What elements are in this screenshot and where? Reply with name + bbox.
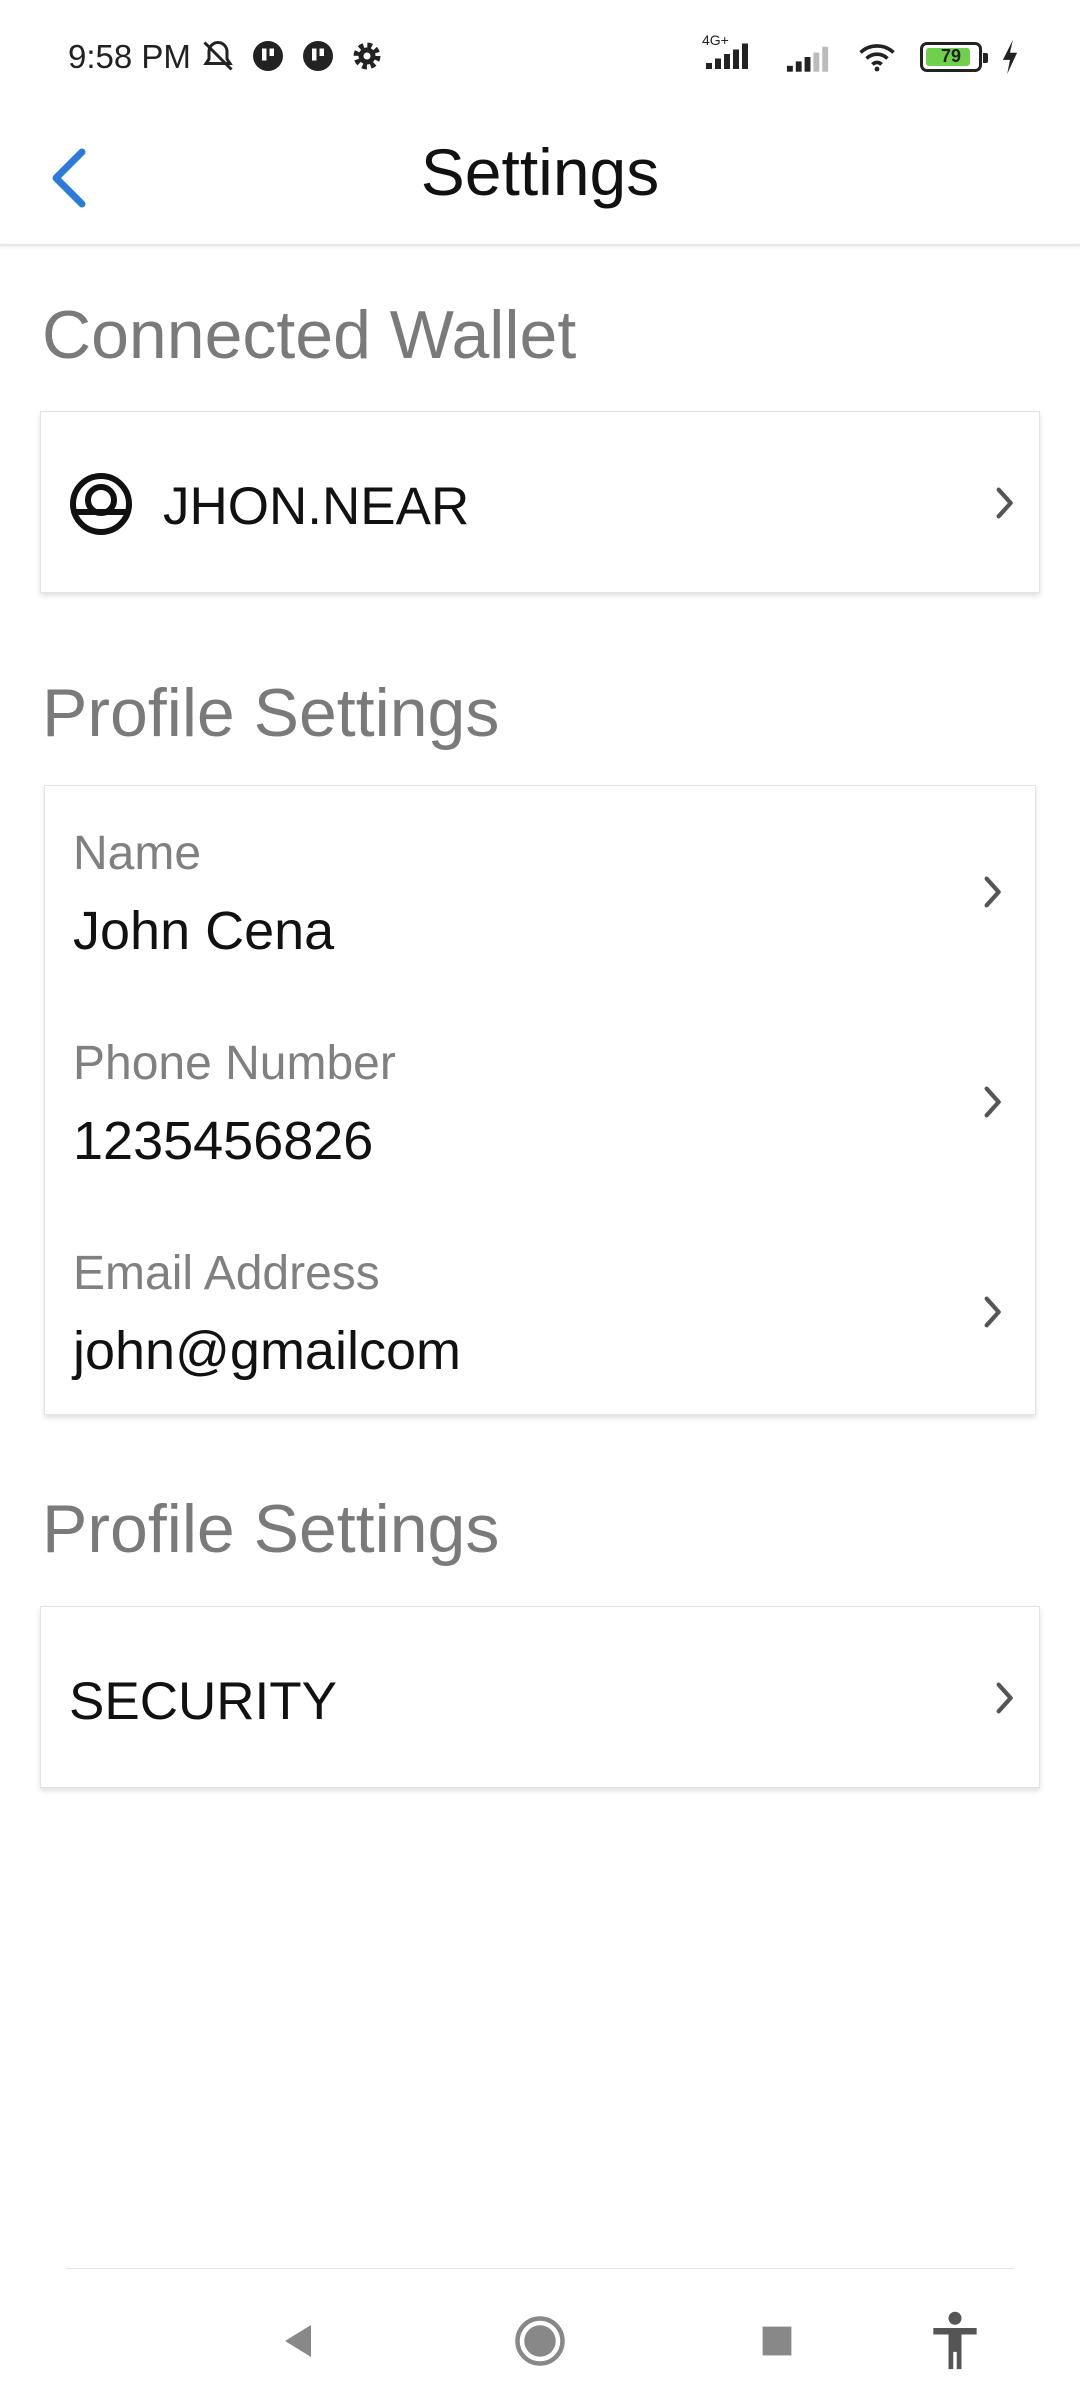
app-icon: [303, 41, 333, 71]
accessibility-icon: [933, 2311, 977, 2370]
nav-home-button[interactable]: [505, 2306, 575, 2376]
system-icons: 4G+ 79: [700, 32, 1020, 77]
field-value: 1235456826: [73, 1111, 374, 1171]
phone-field-row[interactable]: Phone Number 1235456826: [45, 996, 1035, 1206]
battery-icon: 79: [920, 41, 988, 72]
security-section-heading: Profile Settings: [42, 1491, 500, 1567]
chevron-right-icon: [996, 487, 1013, 519]
profile-settings-card: Name John Cena Phone Number 1235456826 E…: [44, 785, 1036, 1415]
chevron-right-icon: [984, 1296, 1001, 1328]
home-circle-icon: [515, 2316, 565, 2366]
network-type-label: 4G+: [702, 32, 729, 48]
wallet-account-row[interactable]: JHON.NEAR: [40, 411, 1040, 593]
system-nav-bar: [0, 2268, 1080, 2400]
chevron-right-icon: [984, 876, 1001, 908]
nav-accessibility-button[interactable]: [920, 2306, 990, 2376]
nav-back-button[interactable]: [264, 2306, 334, 2376]
security-row[interactable]: SECURITY: [40, 1606, 1040, 1788]
email-field-row[interactable]: Email Address john@gmailcom: [45, 1206, 1035, 1416]
wifi-icon: [859, 43, 895, 71]
field-label: Name: [73, 827, 202, 880]
field-label: Email Address: [73, 1247, 380, 1300]
signal-icon: 4G+: [700, 32, 766, 77]
battery-level: 79: [940, 45, 962, 66]
profile-settings-heading: Profile Settings: [42, 675, 500, 751]
field-value: john@gmailcom: [73, 1321, 461, 1381]
back-triangle-icon: [285, 2325, 311, 2357]
signal-icon: [786, 46, 829, 72]
field-value: John Cena: [73, 901, 335, 961]
chevron-right-icon: [996, 1682, 1013, 1714]
mute-icon: [203, 40, 233, 71]
name-field-row[interactable]: Name John Cena: [45, 786, 1035, 996]
charging-icon: [1002, 39, 1018, 74]
chevron-right-icon: [984, 1086, 1001, 1118]
status-time: 9:58 PM: [68, 38, 191, 75]
wallet-account-name: JHON.NEAR: [163, 477, 470, 536]
recents-square-icon: [762, 2326, 792, 2356]
connected-wallet-heading: Connected Wallet: [42, 297, 577, 373]
status-bar: 9:58 PM 4G+ 79: [0, 0, 1080, 118]
notification-icons: [200, 38, 384, 74]
settings-gear-icon: [353, 42, 381, 70]
security-label: SECURITY: [69, 1672, 337, 1731]
nav-recents-button[interactable]: [742, 2306, 812, 2376]
nav-divider: [66, 2268, 1014, 2269]
app-bar: Settings: [0, 118, 1080, 246]
field-label: Phone Number: [73, 1037, 396, 1090]
app-icon: [253, 41, 283, 71]
page-title: Settings: [420, 135, 660, 209]
wallet-account-icon: [70, 473, 132, 535]
